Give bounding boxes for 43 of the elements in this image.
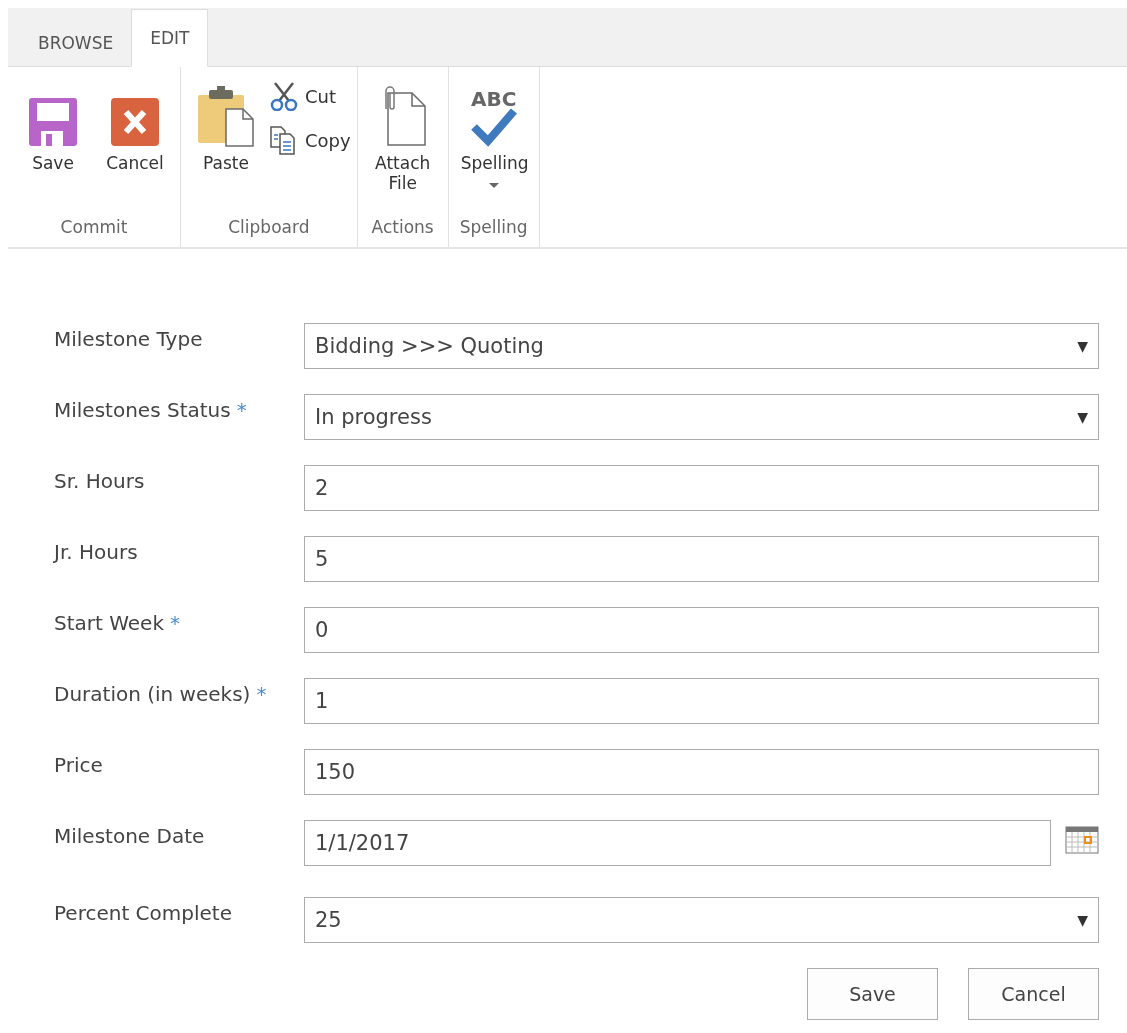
input-field[interactable]: 5	[304, 536, 1099, 582]
field-label: Milestone Date	[54, 824, 205, 848]
ribbon-button[interactable]: Attach File	[363, 75, 442, 211]
ribbon-tab[interactable]: BROWSE	[20, 18, 132, 67]
clipboard-icon	[197, 85, 255, 147]
field-label: Percent Complete	[54, 901, 232, 925]
input-field[interactable]: 1	[304, 678, 1099, 724]
calendar-icon[interactable]	[1065, 826, 1099, 854]
checkmark-icon	[469, 107, 518, 147]
group-label: Commit	[59, 216, 129, 239]
form-button[interactable]: Cancel	[968, 968, 1099, 1020]
ribbon-button[interactable]: Paste	[187, 75, 265, 211]
input-field[interactable]: 2	[304, 465, 1099, 511]
field-label: Price	[54, 753, 103, 777]
ribbon-button[interactable]: ABC Spelling	[454, 75, 533, 211]
abc-label: ABC	[470, 89, 517, 109]
required-mark: *	[256, 682, 267, 706]
field-label: Start Week	[54, 611, 164, 635]
field-label: Milestones Status	[54, 398, 231, 422]
required-mark: *	[236, 398, 247, 422]
field-label: Duration (in weeks)	[54, 682, 251, 706]
scissors-icon	[269, 81, 299, 111]
group-label: Clipboard	[227, 216, 311, 239]
ribbon-button[interactable]: Copy	[269, 125, 351, 155]
input-field[interactable]: 0	[304, 607, 1099, 653]
ribbon-button[interactable]: Save	[14, 75, 92, 211]
ribbon-tab[interactable]: EDIT	[131, 9, 209, 67]
form-button[interactable]: Save	[807, 968, 938, 1020]
input-field[interactable]: 150	[304, 749, 1099, 795]
field-label: Jr. Hours	[54, 540, 138, 564]
date-field[interactable]: 1/1/2017	[304, 820, 1051, 866]
dropdown-field[interactable]: In progress ▼	[304, 394, 1099, 440]
group-label: Spelling	[458, 216, 529, 239]
ribbon-button[interactable]: Cancel	[96, 75, 174, 211]
dropdown-field[interactable]: Bidding >>> Quoting ▼	[304, 323, 1099, 369]
required-mark: *	[170, 611, 180, 635]
cancel-icon	[110, 97, 160, 147]
field-label: Sr. Hours	[54, 469, 145, 493]
group-label: Actions	[370, 216, 435, 239]
ribbon-button[interactable]: Cut	[269, 81, 351, 111]
save-icon	[28, 97, 78, 147]
field-label: Milestone Type	[54, 327, 203, 351]
dropdown-field[interactable]: 25 ▼	[304, 897, 1099, 943]
